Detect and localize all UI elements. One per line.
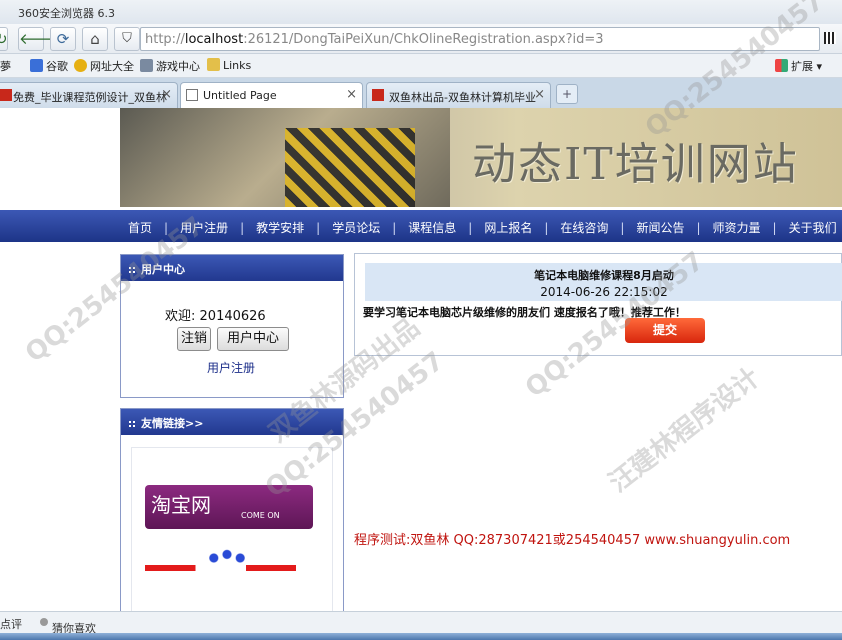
menu-separator: |: [316, 221, 321, 235]
site-banner: 动态IT培训网站: [120, 108, 842, 207]
baidu-logo: [145, 565, 313, 571]
reload-button[interactable]: ⟳: [50, 27, 76, 51]
user-center-button[interactable]: 用户中心: [217, 327, 289, 351]
tab-2[interactable]: 双鱼林出品-双鱼林计算机毕业 ×: [366, 82, 551, 108]
status-recommend[interactable]: 猜你喜欢: [40, 616, 96, 635]
menu-item-2[interactable]: 教学安排: [256, 219, 304, 236]
menu-separator: |: [164, 221, 169, 235]
bookmark-site-directory[interactable]: 网址大全: [74, 58, 134, 74]
bookmark-google[interactable]: 谷歌: [30, 58, 68, 74]
notice-title: 笔记本电脑维修课程8月启动: [534, 269, 674, 282]
site-directory-icon: [74, 59, 87, 72]
baidu-link[interactable]: [145, 549, 313, 589]
menu-item-3[interactable]: 学员论坛: [332, 219, 380, 236]
page-icon: [372, 89, 384, 101]
extensions-icon: [775, 59, 788, 72]
register-link[interactable]: 用户注册: [207, 359, 255, 376]
url-prefix: http://: [145, 32, 185, 47]
back-button[interactable]: 🡐: [18, 27, 59, 51]
status-comment[interactable]: 点评: [0, 616, 22, 632]
bookmark-game-center[interactable]: 游戏中心: [140, 58, 200, 74]
menu-separator: |: [240, 221, 245, 235]
qr-code-icon[interactable]: [824, 32, 836, 44]
bookmark-links[interactable]: Links: [207, 58, 251, 72]
close-tab-icon[interactable]: ×: [161, 87, 172, 102]
url-path: :26121/DongTaiPeiXun/ChkOlineRegistratio…: [243, 32, 604, 47]
logout-button[interactable]: 注销: [177, 327, 211, 351]
user-center-box: 用户中心 欢迎: 20140626 注销 用户中心 用户注册: [120, 254, 344, 398]
google-icon: [30, 59, 43, 72]
menu-item-6[interactable]: 在线咨询: [560, 219, 608, 236]
extensions-button[interactable]: 扩展 ▾: [775, 58, 822, 74]
menu-item-9[interactable]: 关于我们: [789, 219, 837, 236]
menu-separator: |: [620, 221, 625, 235]
menu-item-4[interactable]: 课程信息: [408, 219, 456, 236]
footer-credit: 程序测试:双鱼林 QQ:287307421或254540457 www.shua…: [354, 533, 791, 548]
menu-separator: |: [696, 221, 701, 235]
title-bar: 360安全浏览器 6.3: [0, 0, 842, 24]
menu-separator: |: [468, 221, 473, 235]
bullet-icon: [129, 421, 135, 427]
links-inner: [131, 447, 333, 617]
menu-separator: |: [772, 221, 777, 235]
address-bar[interactable]: http://localhost:26121/DongTaiPeiXun/Chk…: [140, 27, 820, 51]
menu-separator: |: [392, 221, 397, 235]
menu-item-7[interactable]: 新闻公告: [636, 219, 684, 236]
bookmark-cut[interactable]: 夢: [0, 58, 11, 74]
navigation-bar: ↻ 🡐 ⟳ ⌂ ⛉ http://localhost:26121/DongTai…: [0, 24, 842, 54]
menu-item-8[interactable]: 师资力量: [713, 219, 761, 236]
welcome-text: 欢迎: 20140626: [165, 309, 266, 324]
menu-item-5[interactable]: 网上报名: [484, 219, 532, 236]
tab-0[interactable]: 免费_毕业课程范例设计_双鱼林 ×: [0, 82, 178, 108]
tab-strip: 免费_毕业课程范例设计_双鱼林 × Untitled Page × 双鱼林出品-…: [0, 78, 842, 109]
taskbar: [0, 633, 842, 640]
user-center-header: 用户中心: [121, 255, 343, 281]
notice-panel: 笔记本电脑维修课程8月启动 2014-06-26 22:15:02 要学习笔记本…: [354, 253, 842, 356]
menu-separator: |: [544, 221, 549, 235]
bookmarks-bar: 夢 谷歌 网址大全 游戏中心 Links 扩展 ▾: [0, 54, 842, 78]
dot-icon: [40, 618, 48, 626]
folder-icon: [207, 58, 220, 71]
bullet-icon: [129, 267, 135, 273]
page-icon: [0, 89, 12, 101]
links-header: 友情链接>>: [121, 409, 343, 435]
new-tab-button[interactable]: +: [556, 84, 578, 104]
site-title: 动态IT培训网站: [472, 139, 799, 190]
refresh-partial-icon[interactable]: ↻: [0, 27, 8, 51]
window-title: 360安全浏览器 6.3: [18, 7, 115, 20]
status-bar: 点评 猜你喜欢: [0, 611, 842, 635]
taobao-link[interactable]: 淘宝网 COME ON: [145, 485, 313, 529]
tab-1[interactable]: Untitled Page ×: [180, 82, 363, 109]
gamepad-icon: [140, 59, 153, 72]
menu-item-0[interactable]: 首页: [128, 219, 152, 236]
submit-button[interactable]: 提交: [625, 318, 705, 343]
links-box: 友情链接>> 淘宝网 COME ON: [120, 408, 344, 617]
shield-icon[interactable]: ⛉: [114, 27, 140, 51]
document-icon: [186, 89, 198, 101]
notice-header: 笔记本电脑维修课程8月启动 2014-06-26 22:15:02: [365, 263, 842, 301]
home-button[interactable]: ⌂: [82, 27, 108, 51]
main-menu: 首页 | 用户注册 | 教学安排 | 学员论坛 | 课程信息 | 网上报名 | 在线咨询 | 新闻公告 | 师资…: [0, 210, 842, 242]
menu-item-1[interactable]: 用户注册: [180, 219, 228, 236]
banner-photo-detail: [285, 128, 415, 207]
notice-date: 2014-06-26 22:15:02: [540, 285, 668, 299]
menu-items: 首页 | 用户注册 | 教学安排 | 学员论坛 | 课程信息 | 网上报名 | 在线咨询 | 新闻公告 | 师资…: [128, 219, 837, 236]
url-host: localhost: [184, 32, 244, 47]
close-tab-icon[interactable]: ×: [534, 87, 545, 102]
username: 20140626: [199, 309, 266, 324]
browser-window: 360安全浏览器 6.3 ↻ 🡐 ⟳ ⌂ ⛉ http://localhost:…: [0, 0, 842, 640]
close-tab-icon[interactable]: ×: [346, 87, 357, 102]
watermark: 汪建林程序设计: [603, 362, 766, 499]
